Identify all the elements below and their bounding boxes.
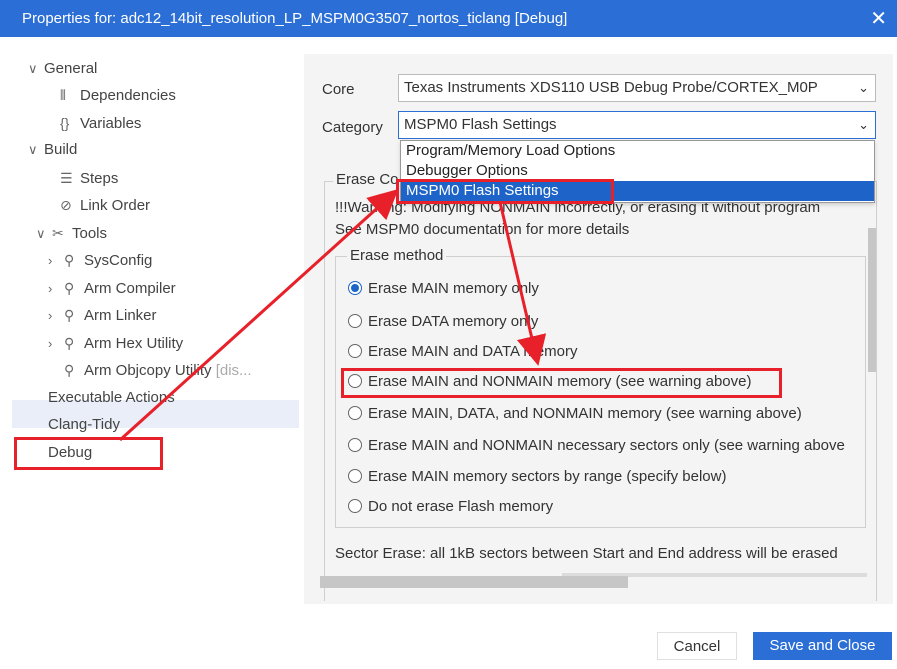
radio-erase-sectors-by-range[interactable]: Erase MAIN memory sectors by range (spec…	[348, 466, 726, 488]
sidebar-item-arm-objcopy-utility[interactable]: ⚲ Arm Objcopy Utility [dis...	[64, 357, 252, 383]
radio-erase-main-only[interactable]: Erase MAIN memory only	[348, 278, 539, 300]
core-select-value: Texas Instruments XDS110 USB Debug Probe…	[404, 79, 818, 96]
sidebar-item-label: General	[44, 60, 98, 77]
annotation-box-flash-settings	[396, 179, 614, 204]
sidebar-item-label: Steps	[80, 170, 119, 187]
sidebar-item-tools[interactable]: ∨ ✂ Tools	[36, 220, 107, 246]
chevron-down-icon[interactable]: ⌄	[858, 112, 869, 138]
annotation-box-debug	[14, 437, 163, 470]
horizontal-scrollbar[interactable]	[320, 576, 628, 588]
radio-selected-icon[interactable]	[348, 281, 362, 295]
save-and-close-button[interactable]: Save and Close	[753, 632, 892, 660]
radio-icon[interactable]	[348, 469, 362, 483]
sidebar-item-label: Variables	[80, 115, 142, 132]
sidebar-item-label: SysConfig	[84, 252, 153, 269]
sidebar-item-label: Arm Objcopy Utility	[84, 362, 212, 379]
chevron-right-icon[interactable]: ›	[48, 331, 64, 357]
wrench-icon: ⚲	[64, 362, 75, 378]
chevron-down-icon[interactable]: ∨	[28, 137, 44, 163]
sidebar-item-label: Clang-Tidy	[48, 416, 120, 433]
wrench-icon: ⚲	[64, 252, 75, 268]
chevron-right-icon[interactable]: ›	[48, 276, 64, 302]
braces-icon: {}	[60, 115, 70, 131]
category-label: Category	[322, 119, 383, 136]
window-title: Properties for: adc12_14bit_resolution_L…	[22, 10, 568, 27]
sidebar-item-variables[interactable]: {} Variables	[60, 110, 141, 136]
radio-label: Erase MAIN and NONMAIN necessary sectors…	[368, 437, 845, 454]
radio-label: Erase DATA memory only	[368, 313, 539, 330]
core-label: Core	[322, 81, 355, 98]
title-bar: Properties for: adc12_14bit_resolution_L…	[0, 0, 897, 37]
core-select[interactable]: Texas Instruments XDS110 USB Debug Probe…	[398, 74, 876, 102]
sidebar-item-label: Executable Actions	[48, 389, 175, 406]
radio-label: Erase MAIN memory sectors by range (spec…	[368, 468, 727, 485]
sidebar-item-label: Arm Compiler	[84, 280, 176, 297]
close-icon[interactable]: ✕	[870, 6, 887, 31]
sidebar-item-build[interactable]: ∨ Build	[28, 137, 77, 163]
sidebar-item-label: Link Order	[80, 197, 151, 214]
sidebar-item-label: Arm Hex Utility	[84, 335, 184, 352]
cancel-button[interactable]: Cancel	[657, 632, 737, 660]
sidebar-item-sysconfig[interactable]: › ⚲ SysConfig	[48, 247, 152, 273]
sidebar-item-arm-hex-utility[interactable]: › ⚲ Arm Hex Utility	[48, 330, 183, 356]
dropdown-option-debugger[interactable]: Debugger Options	[401, 161, 874, 181]
list-icon: ☰	[60, 170, 73, 186]
sector-erase-note: Sector Erase: all 1kB sectors between St…	[335, 545, 838, 562]
sidebar-item-label: Build	[44, 141, 78, 158]
radio-do-not-erase[interactable]: Do not erase Flash memory	[348, 496, 553, 518]
sidebar-item-clang-tidy[interactable]: Clang-Tidy	[48, 412, 120, 438]
sidebar-item-label: Arm Linker	[84, 307, 157, 324]
tools-icon: ✂	[52, 225, 64, 241]
radio-label: Erase MAIN and DATA memory	[368, 343, 578, 360]
erase-config-legend: Erase Co	[333, 171, 402, 188]
radio-label: Do not erase Flash memory	[368, 498, 554, 515]
wrench-icon: ⚲	[64, 307, 75, 323]
chevron-right-icon[interactable]: ›	[48, 303, 64, 329]
sidebar-item-steps[interactable]: ☰ Steps	[60, 165, 118, 191]
chevron-down-icon[interactable]: ⌄	[858, 75, 869, 101]
sidebar-item-arm-compiler[interactable]: › ⚲ Arm Compiler	[48, 275, 176, 301]
dropdown-option-program-load[interactable]: Program/Memory Load Options	[401, 141, 874, 161]
sidebar-item-dependencies[interactable]: ⫴ Dependencies	[60, 82, 176, 108]
sidebar-item-link-order[interactable]: ⊘ Link Order	[60, 192, 150, 218]
radio-icon[interactable]	[348, 438, 362, 452]
library-icon: ⫴	[60, 87, 66, 103]
wrench-icon: ⚲	[64, 280, 75, 296]
radio-icon[interactable]	[348, 406, 362, 420]
radio-erase-main-data-nonmain[interactable]: Erase MAIN, DATA, and NONMAIN memory (se…	[348, 403, 802, 425]
annotation-box-main-nonmain	[341, 368, 782, 398]
radio-label: Erase MAIN, DATA, and NONMAIN memory (se…	[368, 405, 802, 422]
category-select-value: MSPM0 Flash Settings	[404, 116, 557, 133]
sidebar-item-executable-actions[interactable]: Executable Actions	[48, 385, 175, 411]
disabled-suffix: [dis...	[215, 362, 252, 379]
erase-method-legend: Erase method	[347, 247, 447, 264]
chevron-down-icon[interactable]: ∨	[28, 56, 44, 82]
sidebar-item-arm-linker[interactable]: › ⚲ Arm Linker	[48, 302, 157, 328]
radio-icon[interactable]	[348, 499, 362, 513]
category-select[interactable]: MSPM0 Flash Settings ⌄	[398, 111, 876, 139]
radio-icon[interactable]	[348, 344, 362, 358]
link-icon: ⊘	[60, 197, 72, 213]
sidebar-item-label: Dependencies	[80, 87, 176, 104]
radio-erase-necessary-sectors[interactable]: Erase MAIN and NONMAIN necessary sectors…	[348, 435, 866, 457]
chevron-down-icon[interactable]: ∨	[36, 221, 52, 247]
vertical-scrollbar[interactable]	[868, 228, 876, 372]
sidebar-item-general[interactable]: ∨ General	[28, 56, 97, 82]
wrench-icon: ⚲	[64, 335, 75, 351]
radio-label: Erase MAIN memory only	[368, 280, 539, 297]
radio-erase-data-only[interactable]: Erase DATA memory only	[348, 311, 538, 333]
radio-icon[interactable]	[348, 314, 362, 328]
chevron-right-icon[interactable]: ›	[48, 248, 64, 274]
documentation-note: See MSPM0 documentation for more details	[335, 221, 630, 238]
sidebar-item-label: Tools	[72, 225, 108, 242]
radio-erase-main-and-data[interactable]: Erase MAIN and DATA memory	[348, 341, 578, 363]
